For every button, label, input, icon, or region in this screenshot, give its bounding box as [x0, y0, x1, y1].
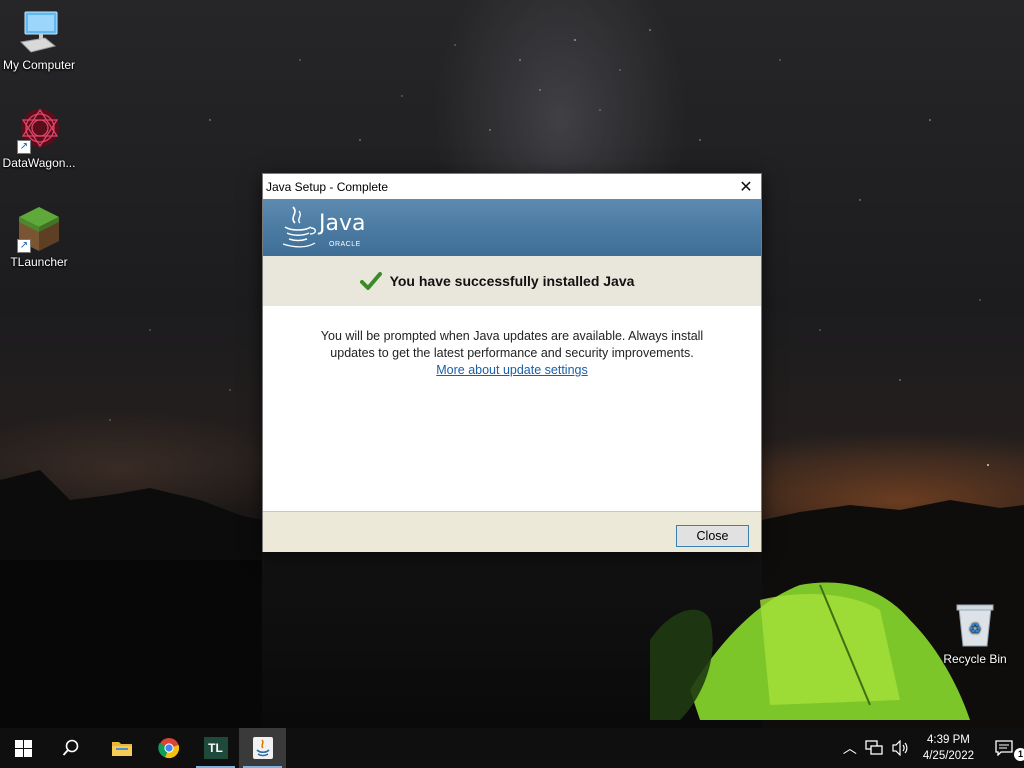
desktop-icon-label: Recycle Bin	[943, 652, 1007, 666]
volume-button[interactable]	[887, 728, 913, 768]
network-icon	[865, 740, 883, 755]
folder-icon	[111, 742, 132, 756]
dialog-footer: Close	[263, 511, 761, 552]
computer-icon	[15, 8, 63, 56]
action-center-button[interactable]: 1	[984, 728, 1024, 768]
desktop-icon-label: DataWagon...	[2, 156, 76, 170]
speaker-icon	[892, 740, 908, 756]
close-button[interactable]: Close	[676, 525, 749, 547]
java-logo-text: Java	[319, 211, 366, 236]
chevron-up-icon: ︿	[842, 740, 857, 756]
desktop-icon-label: TLauncher	[10, 255, 68, 269]
desktop-icon-recycle-bin[interactable]: ♻ Recycle Bin	[936, 602, 1014, 666]
success-strip: You have successfully installed Java	[263, 256, 761, 306]
checkmark-icon	[359, 272, 382, 290]
system-tray: ︿ 4:39 PM 4/25/2022 1	[839, 728, 1024, 768]
dialog-title: Java Setup - Complete	[266, 179, 389, 194]
desktop-icon-datawagon[interactable]: ↗ DataWagon...	[0, 106, 78, 170]
tlauncher-icon-text: TL	[208, 741, 223, 755]
tlauncher-icon: TL	[203, 737, 228, 759]
notification-icon	[995, 740, 1013, 756]
datawagon-icon: ↗	[15, 106, 63, 154]
java-setup-dialog: Java Setup - Complete ✕ Java ORACLE You …	[262, 173, 762, 552]
close-icon[interactable]: ✕	[731, 174, 761, 199]
network-button[interactable]	[861, 728, 887, 768]
svg-text:♻: ♻	[969, 621, 982, 637]
grass-block-icon: ↗	[15, 205, 63, 253]
update-info-text: You will be prompted when Java updates a…	[320, 329, 704, 360]
dialog-titlebar[interactable]: Java Setup - Complete ✕	[263, 174, 761, 199]
taskbar-file-explorer[interactable]	[98, 728, 145, 768]
start-button[interactable]	[0, 728, 47, 768]
windows-start-icon	[15, 739, 32, 757]
search-icon	[62, 739, 78, 756]
clock-time: 4:39 PM	[927, 734, 970, 746]
clock-date: 4/25/2022	[922, 750, 974, 762]
success-message: You have successfully installed Java	[389, 273, 635, 289]
taskbar-tlauncher[interactable]: TL	[192, 728, 239, 768]
taskbar-clock[interactable]: 4:39 PM 4/25/2022	[913, 732, 984, 764]
dialog-content: You will be prompted when Java updates a…	[263, 306, 761, 511]
taskbar-java-setup[interactable]	[239, 728, 286, 768]
desktop-icon-tlauncher[interactable]: ↗ TLauncher	[0, 205, 78, 269]
taskbar: TL ︿ 4:39 PM 4/25/2022 1	[0, 728, 1024, 768]
notification-count-badge: 1	[1014, 748, 1024, 761]
java-icon	[252, 737, 273, 759]
update-settings-link[interactable]: More about update settings	[436, 363, 588, 377]
shortcut-arrow-icon: ↗	[17, 140, 31, 154]
taskbar-chrome[interactable]	[145, 728, 192, 768]
desktop-icon-my-computer[interactable]: My Computer	[0, 8, 78, 72]
shortcut-arrow-icon: ↗	[17, 239, 31, 253]
java-banner: Java ORACLE	[263, 199, 761, 256]
recycle-bin-icon: ♻	[951, 602, 999, 650]
show-hidden-icons-button[interactable]: ︿	[839, 728, 861, 768]
desktop-icon-label: My Computer	[2, 58, 76, 72]
search-button[interactable]	[47, 728, 94, 768]
chrome-icon	[157, 738, 179, 759]
oracle-logo-text: ORACLE	[329, 241, 361, 248]
